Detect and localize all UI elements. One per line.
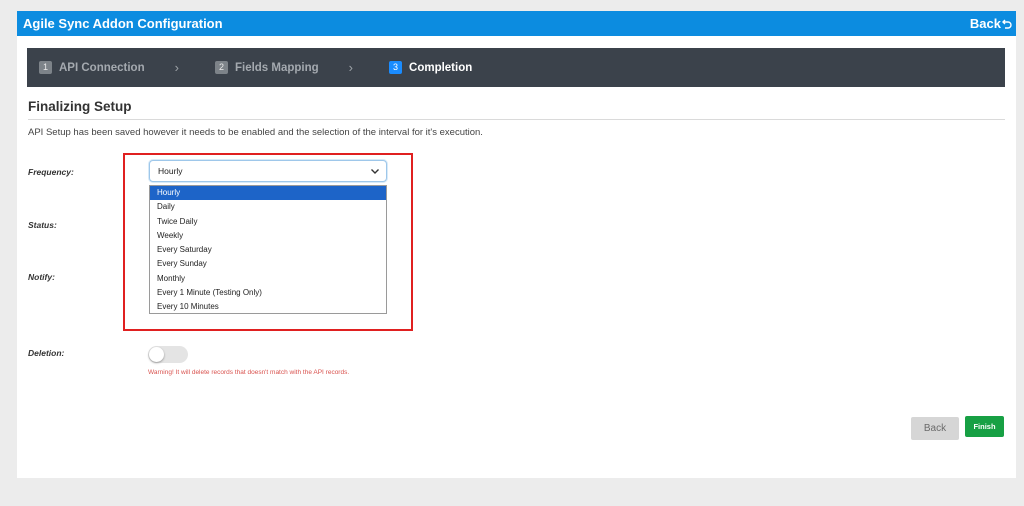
- back-button[interactable]: Back: [911, 417, 959, 440]
- notify-label: Notify:: [28, 272, 55, 282]
- header-back-label: Back: [969, 16, 1001, 31]
- status-label: Status:: [28, 220, 57, 230]
- toggle-knob: [149, 347, 164, 362]
- chevron-right-icon: ›: [348, 60, 354, 75]
- step-label: API Connection: [59, 61, 145, 74]
- step-fields-mapping[interactable]: 2 Fields Mapping: [214, 61, 319, 74]
- step-number: 2: [214, 61, 228, 74]
- frequency-dropdown: Hourly Daily Twice Daily Weekly Every Sa…: [149, 185, 387, 314]
- frequency-option-every-saturday[interactable]: Every Saturday: [150, 243, 386, 257]
- panel-title: Agile Sync Addon Configuration: [23, 16, 223, 31]
- frequency-option-hourly[interactable]: Hourly: [150, 186, 386, 201]
- frequency-option-every-10-minutes[interactable]: Every 10 Minutes: [150, 300, 386, 314]
- frequency-label: Frequency:: [28, 167, 74, 177]
- frequency-select[interactable]: Hourly: [149, 160, 387, 182]
- step-api-connection[interactable]: 1 API Connection: [39, 61, 145, 74]
- deletion-label: Deletion:: [28, 348, 65, 358]
- deletion-warning: Warning! It will delete records that doe…: [148, 369, 350, 376]
- frequency-option-daily[interactable]: Daily: [150, 200, 386, 214]
- step-number: 3: [389, 61, 403, 74]
- frequency-option-every-sunday[interactable]: Every Sunday: [150, 257, 386, 271]
- frequency-option-monthly[interactable]: Monthly: [150, 272, 386, 286]
- frequency-select-value: Hourly: [158, 166, 183, 176]
- wizard-steps: 1 API Connection › 2 Fields Mapping › 3 …: [27, 48, 1005, 87]
- config-panel: Agile Sync Addon Configuration Back 1 AP…: [17, 11, 1016, 478]
- return-arrow-icon: [1002, 19, 1012, 29]
- step-number: 1: [39, 61, 52, 74]
- chevron-down-icon: [371, 169, 379, 174]
- step-label: Fields Mapping: [234, 61, 319, 74]
- step-label: Completion: [409, 61, 473, 74]
- intro-text: API Setup has been saved however it need…: [28, 127, 483, 138]
- chevron-right-icon: ›: [174, 60, 179, 75]
- panel-header: Agile Sync Addon Configuration Back: [17, 11, 1016, 36]
- frequency-option-twice-daily[interactable]: Twice Daily: [150, 215, 386, 229]
- header-back-link[interactable]: Back: [970, 16, 1012, 31]
- section-title: Finalizing Setup: [28, 99, 132, 114]
- deletion-toggle[interactable]: [148, 346, 188, 363]
- finish-button[interactable]: Finish: [965, 416, 1004, 437]
- frequency-option-every-1-minute[interactable]: Every 1 Minute (Testing Only): [150, 286, 386, 300]
- section-divider: [28, 119, 1005, 120]
- frequency-option-weekly[interactable]: Weekly: [150, 229, 386, 243]
- step-completion[interactable]: 3 Completion: [389, 61, 472, 74]
